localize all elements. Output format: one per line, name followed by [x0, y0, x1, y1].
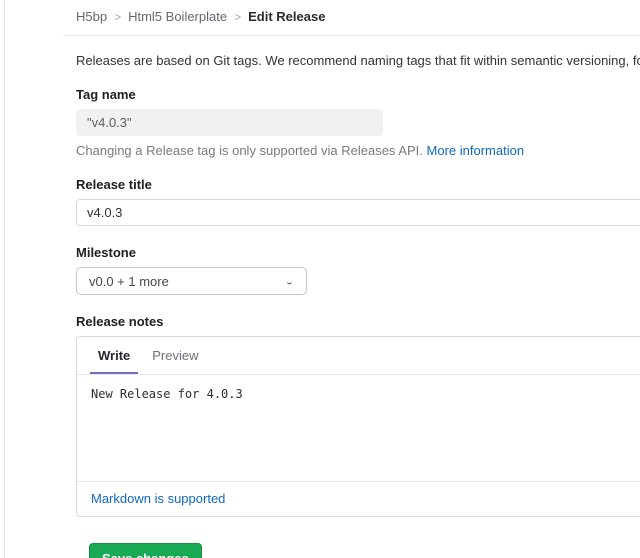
markdown-supported-link[interactable]: Markdown is supported [91, 491, 225, 506]
breadcrumb-separator-icon: > [114, 9, 122, 24]
breadcrumb-separator-icon: > [234, 9, 242, 24]
milestone-label: Milestone [76, 245, 136, 260]
chevron-down-icon: ⌄ [284, 276, 294, 287]
editor-footer: Markdown is supported [77, 481, 640, 516]
content-left-divider [4, 0, 5, 558]
tab-write[interactable]: Write [90, 337, 139, 374]
release-notes-label: Release notes [76, 314, 164, 329]
breadcrumb: H5bp > Html5 Boilerplate > Edit Release [63, 0, 640, 36]
editor-tab-bar: Write Preview [77, 337, 640, 375]
breadcrumb-item-project[interactable]: Html5 Boilerplate [128, 9, 227, 24]
release-title-input[interactable] [76, 199, 640, 226]
intro-text-body: Releases are based on Git tags. We recom… [76, 53, 640, 68]
release-title-label: Release title [76, 177, 152, 192]
breadcrumb-item-current-page: Edit Release [248, 9, 326, 24]
tag-name-help-text: Changing a Release tag is only supported… [76, 143, 640, 158]
tag-name-help-body: Changing a Release tag is only supported… [76, 143, 423, 158]
milestone-selected-value: v0.0 + 1 more [89, 273, 169, 289]
tag-name-label: Tag name [76, 87, 136, 102]
intro-text: Releases are based on Git tags. We recom… [76, 53, 640, 68]
tab-preview[interactable]: Preview [144, 337, 206, 374]
more-information-link[interactable]: More information [427, 143, 525, 158]
breadcrumb-item-group[interactable]: H5bp [76, 9, 107, 24]
release-notes-editor: Write Preview New Release for 4.0.3 Mark… [76, 336, 640, 517]
form-content: Releases are based on Git tags. We recom… [63, 53, 640, 558]
edit-release-page: H5bp > Html5 Boilerplate > Edit Release … [63, 0, 640, 558]
tag-name-input [76, 109, 383, 136]
release-notes-textarea[interactable]: New Release for 4.0.3 [77, 375, 640, 481]
save-changes-button[interactable]: Save changes [89, 543, 202, 558]
milestone-dropdown[interactable]: v0.0 + 1 more ⌄ [76, 267, 307, 295]
